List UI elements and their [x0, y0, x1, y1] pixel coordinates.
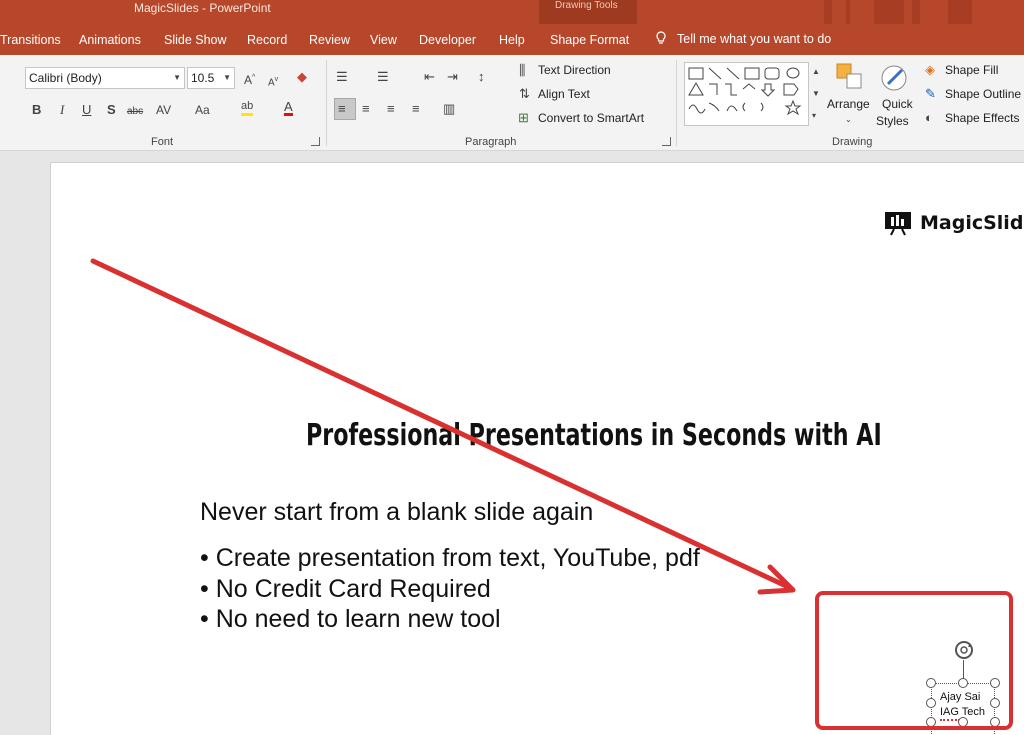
bullets-icon[interactable]: ☰ [336, 69, 348, 85]
strikethrough-button[interactable]: abc [127, 104, 143, 120]
align-center-icon[interactable]: ≡ [362, 101, 370, 117]
quick-styles-button[interactable]: Quick [882, 97, 913, 111]
bullet-item: • Create presentation from text, YouTube… [200, 544, 700, 572]
lightbulb-icon [656, 31, 666, 44]
increase-indent-icon[interactable]: ⇥ [447, 69, 458, 85]
change-case-button[interactable]: Aa [195, 102, 210, 118]
italic-button[interactable]: I [60, 102, 64, 118]
annotation-highlight-box [815, 591, 1013, 730]
group-divider [676, 60, 677, 146]
chevron-down-icon: ▼ [223, 73, 231, 82]
font-dialog-launcher-icon[interactable] [311, 137, 320, 146]
shape-effects-icon[interactable]: ◐ [925, 110, 933, 126]
title-decoration [948, 0, 972, 24]
chevron-up-icon[interactable]: ▲ [812, 64, 820, 80]
shape-fill-button[interactable]: Shape Fill [945, 63, 998, 77]
arrange-icon[interactable] [835, 62, 865, 94]
bold-button[interactable]: B [32, 102, 41, 118]
font-name-combo[interactable]: Calibri (Body) ▼ [25, 67, 185, 89]
font-group-label: Font [151, 136, 174, 148]
shrink-font-icon[interactable]: Av [268, 72, 278, 91]
bullet-item: • No Credit Card Required [200, 574, 491, 603]
align-text-icon[interactable]: ⇅ [519, 86, 530, 102]
tell-me-text: Tell me what you want to do [677, 32, 832, 46]
window-title: MagicSlides - PowerPoint [134, 1, 271, 15]
shape-fill-icon[interactable]: ◈ [925, 62, 935, 78]
shapes-gallery-icons [688, 67, 802, 116]
shadow-button[interactable]: S [107, 102, 116, 118]
more-icon[interactable]: ▾ [812, 108, 816, 124]
align-text-button[interactable]: Align Text [538, 87, 590, 101]
gallery-scroll[interactable]: ▲ ▼ ▾ [808, 62, 822, 126]
tab-shape-format[interactable]: Shape Format [550, 33, 629, 47]
slide-tagline[interactable]: Never start from a blank slide again [200, 498, 593, 527]
context-group-title: Drawing Tools [555, 0, 618, 11]
shapes-gallery[interactable] [684, 62, 822, 126]
font-name-value: Calibri (Body) [29, 71, 102, 85]
shape-effects-button[interactable]: Shape Effects [945, 111, 1020, 125]
paragraph-dialog-launcher-icon[interactable] [662, 137, 671, 146]
smartart-icon[interactable]: ⊞ [518, 110, 529, 126]
slide-title[interactable]: Professional Presentations in Seconds wi… [306, 418, 882, 453]
magicslides-logo-icon [885, 212, 911, 236]
clear-formatting-icon[interactable]: ◆ [297, 69, 307, 85]
drawing-group-label: Drawing [832, 136, 873, 148]
title-decoration [874, 0, 904, 24]
tab-help[interactable]: Help [499, 33, 525, 47]
decrease-indent-icon[interactable]: ⇤ [424, 69, 435, 85]
align-left-icon: ≡ [338, 101, 346, 116]
numbering-icon[interactable]: ☰ [377, 69, 389, 85]
paragraph-group-label: Paragraph [465, 136, 517, 148]
font-size-value: 10.5 [191, 71, 215, 85]
shape-outline-icon[interactable]: ✎ [925, 86, 936, 102]
brand-name: MagicSlides [920, 212, 1024, 234]
character-spacing-button[interactable]: AV [156, 102, 171, 118]
title-decoration [824, 0, 832, 24]
chevron-down-icon: ▼ [173, 73, 181, 82]
font-color-button[interactable]: A [284, 100, 293, 116]
tab-animations[interactable]: Animations [79, 33, 141, 47]
title-bar: MagicSlides - PowerPoint [0, 0, 1024, 24]
title-decoration [846, 0, 850, 24]
grow-font-icon[interactable]: A^ [244, 70, 255, 88]
text-direction-icon[interactable]: ⫼ [519, 62, 525, 78]
tab-record[interactable]: Record [247, 33, 287, 47]
tab-slide-show[interactable]: Slide Show [164, 33, 227, 47]
group-divider [326, 60, 327, 146]
tab-developer[interactable]: Developer [419, 33, 476, 47]
convert-smartart-button[interactable]: Convert to SmartArt [538, 111, 644, 125]
chevron-down-icon[interactable]: ▼ [812, 86, 820, 102]
tell-me-box[interactable]: Tell me what you want to do [655, 31, 831, 46]
tab-transitions[interactable]: Transitions [0, 33, 61, 47]
font-size-combo[interactable]: 10.5 ▼ [187, 67, 235, 89]
justify-icon[interactable]: ≡ [412, 101, 420, 117]
align-right-icon[interactable]: ≡ [387, 101, 395, 117]
chevron-down-icon[interactable]: ⌄ [845, 112, 852, 128]
title-decoration [912, 0, 920, 24]
arrange-button[interactable]: Arrange [827, 97, 870, 111]
bullet-item: • No need to learn new tool [200, 605, 501, 633]
underline-button[interactable]: U [82, 102, 91, 118]
text-direction-button[interactable]: Text Direction [538, 63, 611, 77]
quick-styles-icon[interactable] [880, 62, 914, 94]
quick-styles-label[interactable]: Styles [876, 114, 909, 128]
highlight-color-icon[interactable]: ab [241, 100, 254, 116]
tab-view[interactable]: View [370, 33, 397, 47]
line-spacing-icon[interactable]: ↕ [478, 69, 485, 85]
tab-review[interactable]: Review [309, 33, 350, 47]
bullet-list[interactable]: • Create presentation from text, YouTube… [200, 543, 700, 635]
columns-icon[interactable]: ▥ [443, 101, 455, 117]
shape-outline-button[interactable]: Shape Outline [945, 87, 1021, 101]
